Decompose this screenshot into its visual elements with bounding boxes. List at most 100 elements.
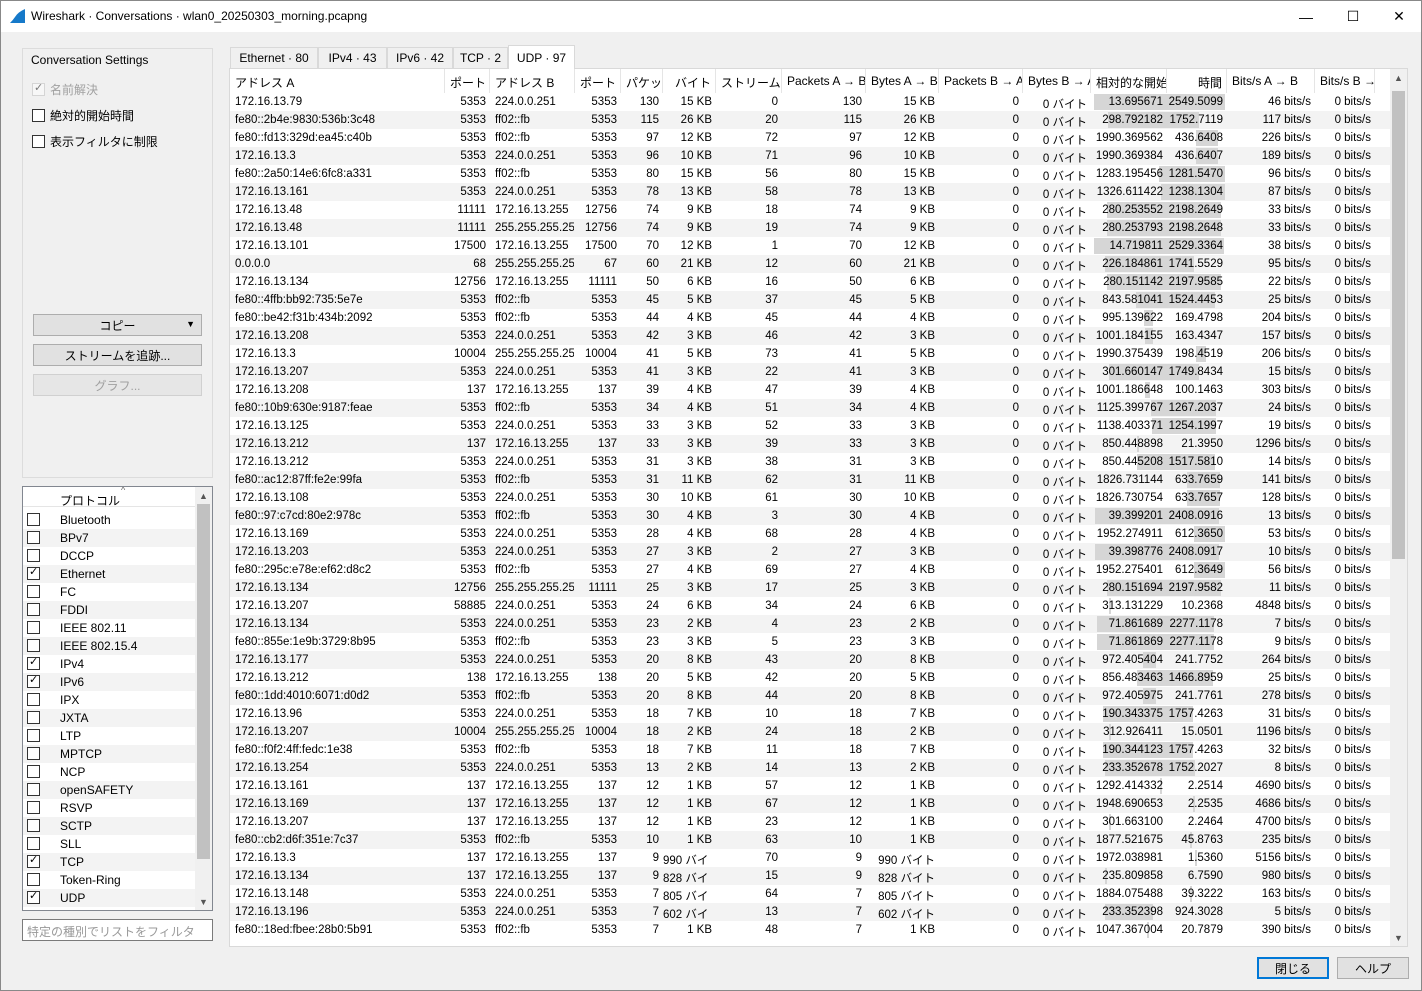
protocol-item[interactable]: Ethernet: [23, 565, 196, 583]
protocol-checkbox[interactable]: [27, 783, 40, 796]
table-row[interactable]: 172.16.13.207 10004 255.255.255.255 10004 18…: [230, 723, 1390, 741]
table-row[interactable]: 172.16.13.134 5353 224.0.0.251 5353 23 2 KB 4 2…: [230, 615, 1390, 633]
table-row[interactable]: 172.16.13.48 11111 255.255.255.255 12756 74 9…: [230, 219, 1390, 237]
table-row[interactable]: 172.16.13.3 137 172.16.13.255 137 9 990 バイト 70…: [230, 849, 1390, 867]
scrollbar-thumb[interactable]: [1392, 91, 1405, 559]
copy-button[interactable]: コピー ▼: [33, 314, 202, 336]
protocol-item[interactable]: RSVP: [23, 799, 196, 817]
table-row[interactable]: 172.16.13.134 12756 172.16.13.255 11111 50 6 …: [230, 273, 1390, 291]
table-row[interactable]: fe80::fd13:329d:ea45:c40b 5353 ff02::fb 535…: [230, 129, 1390, 147]
protocol-list-scrollbar[interactable]: ▲ ▼: [195, 487, 212, 910]
table-row[interactable]: 172.16.13.108 5353 224.0.0.251 5353 30 10 KB 6…: [230, 489, 1390, 507]
column-header[interactable]: ポート B: [575, 69, 621, 93]
table-row[interactable]: fe80::2b4e:9830:536b:3c48 5353 ff02::fb 535…: [230, 111, 1390, 129]
column-header[interactable]: パケット: [621, 69, 663, 93]
table-row[interactable]: 172.16.13.134 12756 255.255.255.255 11111 25…: [230, 579, 1390, 597]
table-row[interactable]: fe80::be42:f31b:434b:2092 5353 ff02::fb 535…: [230, 309, 1390, 327]
close-button[interactable]: 閉じる: [1257, 957, 1329, 979]
protocol-item[interactable]: NCP: [23, 763, 196, 781]
protocol-item[interactable]: BPv7: [23, 529, 196, 547]
table-row[interactable]: fe80::97:c7cd:80e2:978c 5353 ff02::fb 5353 3…: [230, 507, 1390, 525]
protocol-checkbox[interactable]: [27, 801, 40, 814]
protocol-checkbox[interactable]: [27, 693, 40, 706]
table-row[interactable]: fe80::855e:1e9b:3729:8b95 5353 ff02::fb 535…: [230, 633, 1390, 651]
table-row[interactable]: 172.16.13.254 5353 224.0.0.251 5353 13 2 KB 14…: [230, 759, 1390, 777]
column-header[interactable]: 相対的な開始: [1091, 69, 1167, 93]
protocol-checkbox[interactable]: [27, 549, 40, 562]
protocol-item[interactable]: FDDI: [23, 601, 196, 619]
table-scrollbar[interactable]: ▲ ▼: [1390, 69, 1407, 946]
table-row[interactable]: 172.16.13.208 5353 224.0.0.251 5353 42 3 KB 46…: [230, 327, 1390, 345]
table-row[interactable]: 172.16.13.79 5353 224.0.0.251 5353 130 15 KB 0…: [230, 93, 1390, 111]
protocol-checkbox[interactable]: [27, 531, 40, 544]
protocol-checkbox[interactable]: [27, 673, 40, 688]
column-header[interactable]: バイト: [663, 69, 716, 93]
table-row[interactable]: 172.16.13.101 17500 172.16.13.255 17500 70 12…: [230, 237, 1390, 255]
protocol-checkbox[interactable]: [27, 819, 40, 832]
tab-1[interactable]: IPv4 · 43: [318, 47, 387, 68]
column-header[interactable]: 時間: [1167, 69, 1227, 93]
scroll-down-icon[interactable]: ▼: [195, 893, 212, 910]
protocol-checkbox[interactable]: [27, 729, 40, 742]
table-row[interactable]: 172.16.13.3 5353 224.0.0.251 5353 96 10 KB 71 9…: [230, 147, 1390, 165]
absolute-start-checkbox[interactable]: [32, 109, 45, 122]
table-row[interactable]: fe80::18ed:fbee:28b0:5b91 5353 ff02::fb 535…: [230, 921, 1390, 939]
protocol-item[interactable]: LTP: [23, 727, 196, 745]
table-row[interactable]: 172.16.13.48 11111 172.16.13.255 12756 74 9 K…: [230, 201, 1390, 219]
graph-button[interactable]: グラフ...: [33, 374, 202, 396]
table-row[interactable]: 172.16.13.3 10004 255.255.255.255 10004 41 5 …: [230, 345, 1390, 363]
table-row[interactable]: 172.16.13.148 5353 224.0.0.251 5353 7 805 バイト…: [230, 885, 1390, 903]
column-header[interactable]: Bits/s B → A: [1315, 69, 1375, 93]
protocol-item[interactable]: IEEE 802.11: [23, 619, 196, 637]
table-row[interactable]: 172.16.13.212 138 172.16.13.255 138 20 5 KB 42…: [230, 669, 1390, 687]
table-row[interactable]: fe80::4ffb:bb92:735:5e7e 5353 ff02::fb 5353…: [230, 291, 1390, 309]
follow-stream-button[interactable]: ストリームを追跡...: [33, 344, 202, 366]
protocol-checkbox[interactable]: [27, 711, 40, 724]
protocol-checkbox[interactable]: [27, 853, 40, 868]
protocol-item[interactable]: Token-Ring: [23, 871, 196, 889]
protocol-checkbox[interactable]: [27, 655, 40, 670]
table-row[interactable]: 172.16.13.208 137 172.16.13.255 137 39 4 KB 47…: [230, 381, 1390, 399]
protocol-item[interactable]: UDP: [23, 889, 196, 907]
table-row[interactable]: fe80::cb2:d6f:351e:7c37 5353 ff02::fb 5353 1…: [230, 831, 1390, 849]
table-row[interactable]: fe80::2a50:14e6:6fc8:a331 5353 ff02::fb 535…: [230, 165, 1390, 183]
table-row[interactable]: 172.16.13.169 5353 224.0.0.251 5353 28 4 KB 68…: [230, 525, 1390, 543]
table-row[interactable]: 172.16.13.125 5353 224.0.0.251 5353 33 3 KB 52…: [230, 417, 1390, 435]
tab-0[interactable]: Ethernet · 80: [230, 47, 318, 68]
table-row[interactable]: fe80::10b9:630e:9187:feae 5353 ff02::fb 535…: [230, 399, 1390, 417]
protocol-checkbox[interactable]: [27, 621, 40, 634]
table-row[interactable]: 172.16.13.134 137 172.16.13.255 137 9 828 バイト…: [230, 867, 1390, 885]
protocol-item[interactable]: SCTP: [23, 817, 196, 835]
protocol-item[interactable]: JXTA: [23, 709, 196, 727]
table-row[interactable]: fe80::295c:e78e:ef62:d8c2 5353 ff02::fb 535…: [230, 561, 1390, 579]
column-header[interactable]: Packets A → B: [782, 69, 866, 93]
protocol-item[interactable]: DCCP: [23, 547, 196, 565]
protocol-item[interactable]: FC: [23, 583, 196, 601]
table-row[interactable]: 172.16.13.207 137 172.16.13.255 137 12 1 KB 23…: [230, 813, 1390, 831]
protocol-item[interactable]: openSAFETY: [23, 781, 196, 799]
table-row[interactable]: 172.16.13.212 5353 224.0.0.251 5353 31 3 KB 38…: [230, 453, 1390, 471]
column-header[interactable]: Packets B → A: [939, 69, 1023, 93]
protocol-item[interactable]: TCP: [23, 853, 196, 871]
protocol-item[interactable]: MPTCP: [23, 745, 196, 763]
column-header[interactable]: ポート A: [445, 69, 490, 93]
table-row[interactable]: 172.16.13.212 137 172.16.13.255 137 33 3 KB 39…: [230, 435, 1390, 453]
protocol-filter-input[interactable]: 特定の種別でリストをフィルタ: [22, 919, 213, 941]
scrollbar-thumb[interactable]: [197, 504, 210, 859]
protocol-checkbox[interactable]: [27, 513, 40, 526]
table-row[interactable]: 172.16.13.177 5353 224.0.0.251 5353 20 8 KB 43…: [230, 651, 1390, 669]
protocol-checkbox[interactable]: [27, 585, 40, 598]
limit-filter-checkbox[interactable]: [32, 135, 45, 148]
close-window-button[interactable]: ✕: [1376, 1, 1422, 32]
protocol-checkbox[interactable]: [27, 747, 40, 760]
maximize-button[interactable]: ☐: [1330, 1, 1376, 32]
protocol-checkbox[interactable]: [27, 565, 40, 580]
table-row[interactable]: 172.16.13.96 5353 224.0.0.251 5353 18 7 KB 10 1…: [230, 705, 1390, 723]
table-row[interactable]: fe80::ac12:87ff:fe2e:99fa 5353 ff02::fb 535…: [230, 471, 1390, 489]
column-header[interactable]: ストリームID: [716, 69, 782, 93]
minimize-button[interactable]: —: [1283, 1, 1329, 32]
table-row[interactable]: 172.16.13.161 5353 224.0.0.251 5353 78 13 KB 5…: [230, 183, 1390, 201]
protocol-list-header[interactable]: ^ プロトコル: [23, 487, 196, 508]
table-row[interactable]: 172.16.13.207 5353 224.0.0.251 5353 41 3 KB 22…: [230, 363, 1390, 381]
protocol-checkbox[interactable]: [27, 765, 40, 778]
